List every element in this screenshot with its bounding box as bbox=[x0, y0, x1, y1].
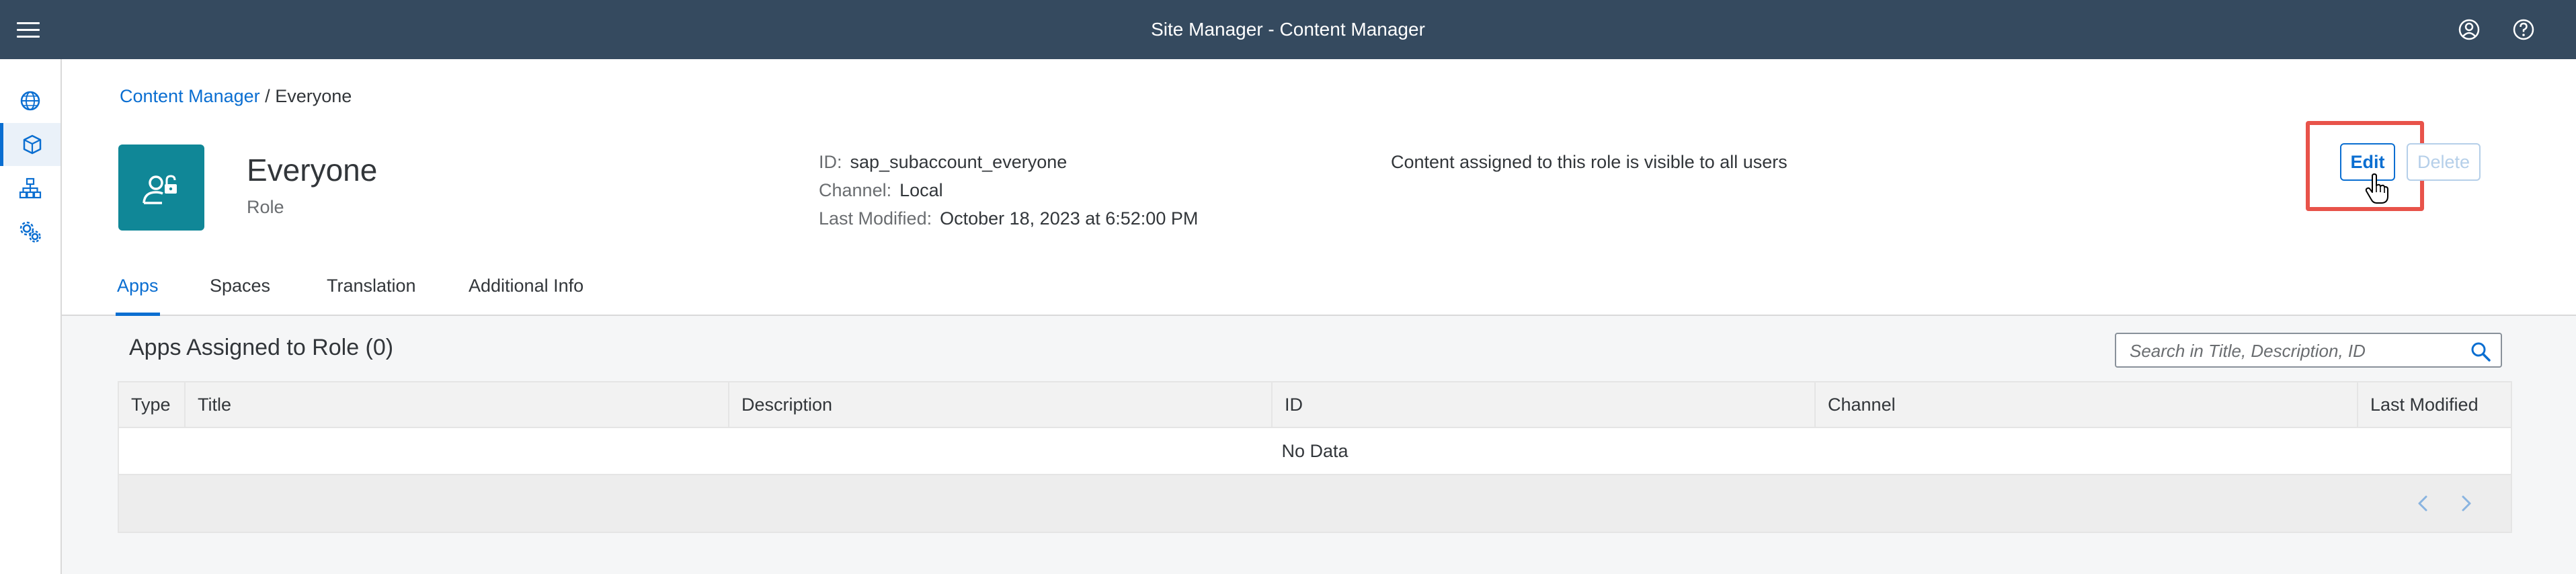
attribute-id: ID: sap_subaccount_everyone bbox=[819, 152, 1068, 172]
search-field[interactable] bbox=[2115, 333, 2502, 368]
nav-item-provider-manager[interactable] bbox=[0, 167, 61, 210]
nav-item-sites[interactable] bbox=[0, 79, 61, 122]
breadcrumb-link-content-manager[interactable]: Content Manager bbox=[120, 86, 260, 106]
tab-additional-info[interactable]: Additional Info bbox=[469, 261, 583, 316]
shell-bar: Site Manager - Content Manager bbox=[0, 0, 2576, 59]
column-header-description: Description bbox=[729, 382, 1273, 427]
page-subtitle: Role bbox=[247, 197, 284, 217]
hand-cursor-icon bbox=[2365, 173, 2388, 204]
table-header-row: Type Title Description ID Channel Last M… bbox=[118, 381, 2512, 428]
no-data-row: No Data bbox=[118, 428, 2512, 475]
nav-item-content-manager[interactable] bbox=[0, 123, 61, 166]
page-title: Everyone bbox=[247, 153, 378, 188]
cube-icon bbox=[23, 134, 41, 155]
app-title: Site Manager - Content Manager bbox=[1151, 19, 1425, 40]
role-description: Content assigned to this role is visible… bbox=[1391, 152, 1787, 172]
attribute-channel: Channel: Local bbox=[819, 180, 943, 200]
breadcrumb-current: Everyone bbox=[275, 86, 352, 106]
chevron-left-icon[interactable] bbox=[2411, 490, 2436, 517]
breadcrumb-separator: / bbox=[265, 86, 270, 106]
breadcrumb: Content Manager / Everyone bbox=[120, 86, 352, 107]
search-input[interactable] bbox=[2130, 339, 2452, 362]
chevron-right-icon[interactable] bbox=[2454, 490, 2478, 517]
settings-icon bbox=[19, 221, 41, 243]
column-header-id: ID bbox=[1273, 382, 1816, 427]
table-title: Apps Assigned to Role (0) bbox=[129, 335, 394, 360]
object-header: Content Manager / Everyone Everyone Role… bbox=[62, 59, 2576, 316]
object-attributes: ID: sap_subaccount_everyone Channel: Local… bbox=[819, 148, 1198, 233]
column-header-last-modified: Last Modified bbox=[2370, 395, 2479, 415]
delete-button[interactable]: Delete bbox=[2407, 143, 2481, 181]
user-lock-icon bbox=[143, 175, 177, 204]
apps-table: Type Title Description ID Channel Last M… bbox=[118, 381, 2512, 533]
side-navigation bbox=[0, 59, 62, 574]
attribute-last-modified: Last Modified: October 18, 2023 at 6:52:0… bbox=[819, 208, 1199, 229]
role-avatar bbox=[118, 145, 204, 231]
search-icon[interactable] bbox=[2470, 341, 2491, 362]
column-header-type: Type bbox=[119, 382, 186, 427]
tab-spaces[interactable]: Spaces bbox=[210, 261, 270, 316]
tab-translation[interactable]: Translation bbox=[327, 261, 416, 316]
column-header-channel: Channel bbox=[1816, 382, 2358, 427]
tab-apps[interactable]: Apps bbox=[116, 261, 160, 316]
nav-item-settings[interactable] bbox=[0, 210, 61, 253]
help-icon[interactable] bbox=[2511, 17, 2536, 42]
globe-icon bbox=[20, 91, 40, 111]
main-content: Content Manager / Everyone Everyone Role… bbox=[62, 59, 2576, 574]
column-header-title: Title bbox=[186, 382, 729, 427]
hierarchy-icon bbox=[19, 177, 42, 199]
table-pagination bbox=[118, 475, 2512, 533]
user-icon[interactable] bbox=[2456, 17, 2482, 42]
